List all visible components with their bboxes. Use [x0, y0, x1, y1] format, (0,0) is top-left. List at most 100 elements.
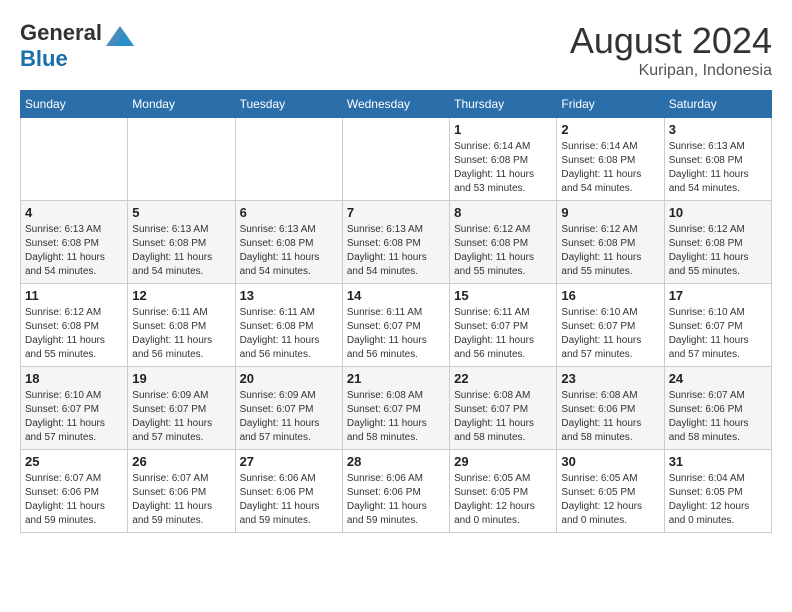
cell-day-number: 4 — [25, 205, 123, 220]
cell-day-number: 24 — [669, 371, 767, 386]
cell-day-number: 30 — [561, 454, 659, 469]
calendar-cell — [235, 118, 342, 201]
cell-sun-info: Sunrise: 6:13 AMSunset: 6:08 PMDaylight:… — [347, 223, 445, 279]
weekday-header-sunday: Sunday — [21, 91, 128, 118]
weekday-header-saturday: Saturday — [664, 91, 771, 118]
calendar-cell: 24 Sunrise: 6:07 AMSunset: 6:06 PMDayligh… — [664, 367, 771, 450]
weekday-header-monday: Monday — [128, 91, 235, 118]
logo-general-text: General — [20, 20, 102, 46]
cell-day-number: 31 — [669, 454, 767, 469]
cell-sun-info: Sunrise: 6:05 AMSunset: 6:05 PMDaylight:… — [561, 472, 659, 528]
cell-day-number: 17 — [669, 288, 767, 303]
cell-sun-info: Sunrise: 6:11 AMSunset: 6:07 PMDaylight:… — [454, 306, 552, 362]
title-block: August 2024 Kuripan, Indonesia — [570, 20, 772, 80]
cell-day-number: 12 — [132, 288, 230, 303]
cell-sun-info: Sunrise: 6:08 AMSunset: 6:07 PMDaylight:… — [347, 389, 445, 445]
calendar-cell: 15 Sunrise: 6:11 AMSunset: 6:07 PMDayligh… — [450, 284, 557, 367]
cell-day-number: 25 — [25, 454, 123, 469]
cell-sun-info: Sunrise: 6:09 AMSunset: 6:07 PMDaylight:… — [132, 389, 230, 445]
cell-day-number: 29 — [454, 454, 552, 469]
month-year-title: August 2024 — [570, 20, 772, 62]
cell-sun-info: Sunrise: 6:12 AMSunset: 6:08 PMDaylight:… — [669, 223, 767, 279]
calendar-cell: 12 Sunrise: 6:11 AMSunset: 6:08 PMDayligh… — [128, 284, 235, 367]
calendar-cell: 21 Sunrise: 6:08 AMSunset: 6:07 PMDayligh… — [342, 367, 449, 450]
calendar-cell — [128, 118, 235, 201]
cell-day-number: 16 — [561, 288, 659, 303]
calendar-cell: 11 Sunrise: 6:12 AMSunset: 6:08 PMDayligh… — [21, 284, 128, 367]
cell-sun-info: Sunrise: 6:13 AMSunset: 6:08 PMDaylight:… — [669, 140, 767, 196]
calendar-cell: 19 Sunrise: 6:09 AMSunset: 6:07 PMDayligh… — [128, 367, 235, 450]
logo: General Blue — [20, 20, 134, 72]
calendar-week-row: 18Sunrise: 6:10 AMSunset: 6:07 PMDayligh… — [21, 367, 772, 450]
calendar-cell: 14Sunrise: 6:11 AMSunset: 6:07 PMDayligh… — [342, 284, 449, 367]
weekday-header-row: SundayMondayTuesdayWednesdayThursdayFrid… — [21, 91, 772, 118]
calendar-cell: 30 Sunrise: 6:05 AMSunset: 6:05 PMDayligh… — [557, 450, 664, 533]
calendar-table: SundayMondayTuesdayWednesdayThursdayFrid… — [20, 90, 772, 533]
location-subtitle: Kuripan, Indonesia — [570, 62, 772, 80]
cell-sun-info: Sunrise: 6:14 AMSunset: 6:08 PMDaylight:… — [561, 140, 659, 196]
calendar-cell: 18Sunrise: 6:10 AMSunset: 6:07 PMDayligh… — [21, 367, 128, 450]
cell-sun-info: Sunrise: 6:07 AMSunset: 6:06 PMDaylight:… — [132, 472, 230, 528]
calendar-week-row: 1 Sunrise: 6:14 AMSunset: 6:08 PMDaylight… — [21, 118, 772, 201]
calendar-cell: 22Sunrise: 6:08 AMSunset: 6:07 PMDayligh… — [450, 367, 557, 450]
weekday-header-tuesday: Tuesday — [235, 91, 342, 118]
cell-sun-info: Sunrise: 6:06 AMSunset: 6:06 PMDaylight:… — [347, 472, 445, 528]
cell-day-number: 3 — [669, 122, 767, 137]
calendar-cell: 9Sunrise: 6:12 AMSunset: 6:08 PMDaylight… — [557, 201, 664, 284]
weekday-header-wednesday: Wednesday — [342, 91, 449, 118]
cell-day-number: 21 — [347, 371, 445, 386]
calendar-cell: 3 Sunrise: 6:13 AMSunset: 6:08 PMDaylight… — [664, 118, 771, 201]
cell-sun-info: Sunrise: 6:11 AMSunset: 6:07 PMDaylight:… — [347, 306, 445, 362]
calendar-cell: 1 Sunrise: 6:14 AMSunset: 6:08 PMDaylight… — [450, 118, 557, 201]
calendar-cell: 7 Sunrise: 6:13 AMSunset: 6:08 PMDaylight… — [342, 201, 449, 284]
cell-sun-info: Sunrise: 6:07 AMSunset: 6:06 PMDaylight:… — [25, 472, 123, 528]
weekday-header-thursday: Thursday — [450, 91, 557, 118]
calendar-cell: 23 Sunrise: 6:08 AMSunset: 6:06 PMDayligh… — [557, 367, 664, 450]
calendar-cell: 4 Sunrise: 6:13 AMSunset: 6:08 PMDaylight… — [21, 201, 128, 284]
cell-sun-info: Sunrise: 6:14 AMSunset: 6:08 PMDaylight:… — [454, 140, 552, 196]
calendar-cell: 29 Sunrise: 6:05 AMSunset: 6:05 PMDayligh… — [450, 450, 557, 533]
calendar-cell — [342, 118, 449, 201]
cell-sun-info: Sunrise: 6:10 AMSunset: 6:07 PMDaylight:… — [561, 306, 659, 362]
calendar-week-row: 4 Sunrise: 6:13 AMSunset: 6:08 PMDaylight… — [21, 201, 772, 284]
cell-day-number: 28 — [347, 454, 445, 469]
cell-sun-info: Sunrise: 6:04 AMSunset: 6:05 PMDaylight:… — [669, 472, 767, 528]
cell-sun-info: Sunrise: 6:12 AMSunset: 6:08 PMDaylight:… — [25, 306, 123, 362]
calendar-cell: 8Sunrise: 6:12 AMSunset: 6:08 PMDaylight… — [450, 201, 557, 284]
calendar-cell — [21, 118, 128, 201]
cell-day-number: 20 — [240, 371, 338, 386]
cell-day-number: 7 — [347, 205, 445, 220]
cell-day-number: 1 — [454, 122, 552, 137]
cell-sun-info: Sunrise: 6:08 AMSunset: 6:07 PMDaylight:… — [454, 389, 552, 445]
cell-sun-info: Sunrise: 6:09 AMSunset: 6:07 PMDaylight:… — [240, 389, 338, 445]
cell-sun-info: Sunrise: 6:05 AMSunset: 6:05 PMDaylight:… — [454, 472, 552, 528]
cell-sun-info: Sunrise: 6:08 AMSunset: 6:06 PMDaylight:… — [561, 389, 659, 445]
cell-sun-info: Sunrise: 6:07 AMSunset: 6:06 PMDaylight:… — [669, 389, 767, 445]
cell-day-number: 23 — [561, 371, 659, 386]
calendar-cell: 25 Sunrise: 6:07 AMSunset: 6:06 PMDayligh… — [21, 450, 128, 533]
calendar-cell: 28 Sunrise: 6:06 AMSunset: 6:06 PMDayligh… — [342, 450, 449, 533]
cell-day-number: 27 — [240, 454, 338, 469]
cell-sun-info: Sunrise: 6:11 AMSunset: 6:08 PMDaylight:… — [132, 306, 230, 362]
cell-day-number: 15 — [454, 288, 552, 303]
cell-sun-info: Sunrise: 6:12 AMSunset: 6:08 PMDaylight:… — [561, 223, 659, 279]
calendar-cell: 2 Sunrise: 6:14 AMSunset: 6:08 PMDaylight… — [557, 118, 664, 201]
calendar-cell: 16 Sunrise: 6:10 AMSunset: 6:07 PMDayligh… — [557, 284, 664, 367]
cell-sun-info: Sunrise: 6:13 AMSunset: 6:08 PMDaylight:… — [25, 223, 123, 279]
cell-day-number: 11 — [25, 288, 123, 303]
cell-day-number: 13 — [240, 288, 338, 303]
cell-sun-info: Sunrise: 6:10 AMSunset: 6:07 PMDaylight:… — [669, 306, 767, 362]
calendar-cell: 13Sunrise: 6:11 AMSunset: 6:08 PMDayligh… — [235, 284, 342, 367]
calendar-cell: 27 Sunrise: 6:06 AMSunset: 6:06 PMDayligh… — [235, 450, 342, 533]
logo-icon — [106, 24, 134, 46]
cell-day-number: 18 — [25, 371, 123, 386]
cell-day-number: 6 — [240, 205, 338, 220]
calendar-week-row: 11 Sunrise: 6:12 AMSunset: 6:08 PMDayligh… — [21, 284, 772, 367]
calendar-cell: 20 Sunrise: 6:09 AMSunset: 6:07 PMDayligh… — [235, 367, 342, 450]
cell-day-number: 19 — [132, 371, 230, 386]
cell-day-number: 26 — [132, 454, 230, 469]
cell-sun-info: Sunrise: 6:06 AMSunset: 6:06 PMDaylight:… — [240, 472, 338, 528]
calendar-week-row: 25 Sunrise: 6:07 AMSunset: 6:06 PMDayligh… — [21, 450, 772, 533]
cell-day-number: 2 — [561, 122, 659, 137]
calendar-cell: 5Sunrise: 6:13 AMSunset: 6:08 PMDaylight… — [128, 201, 235, 284]
